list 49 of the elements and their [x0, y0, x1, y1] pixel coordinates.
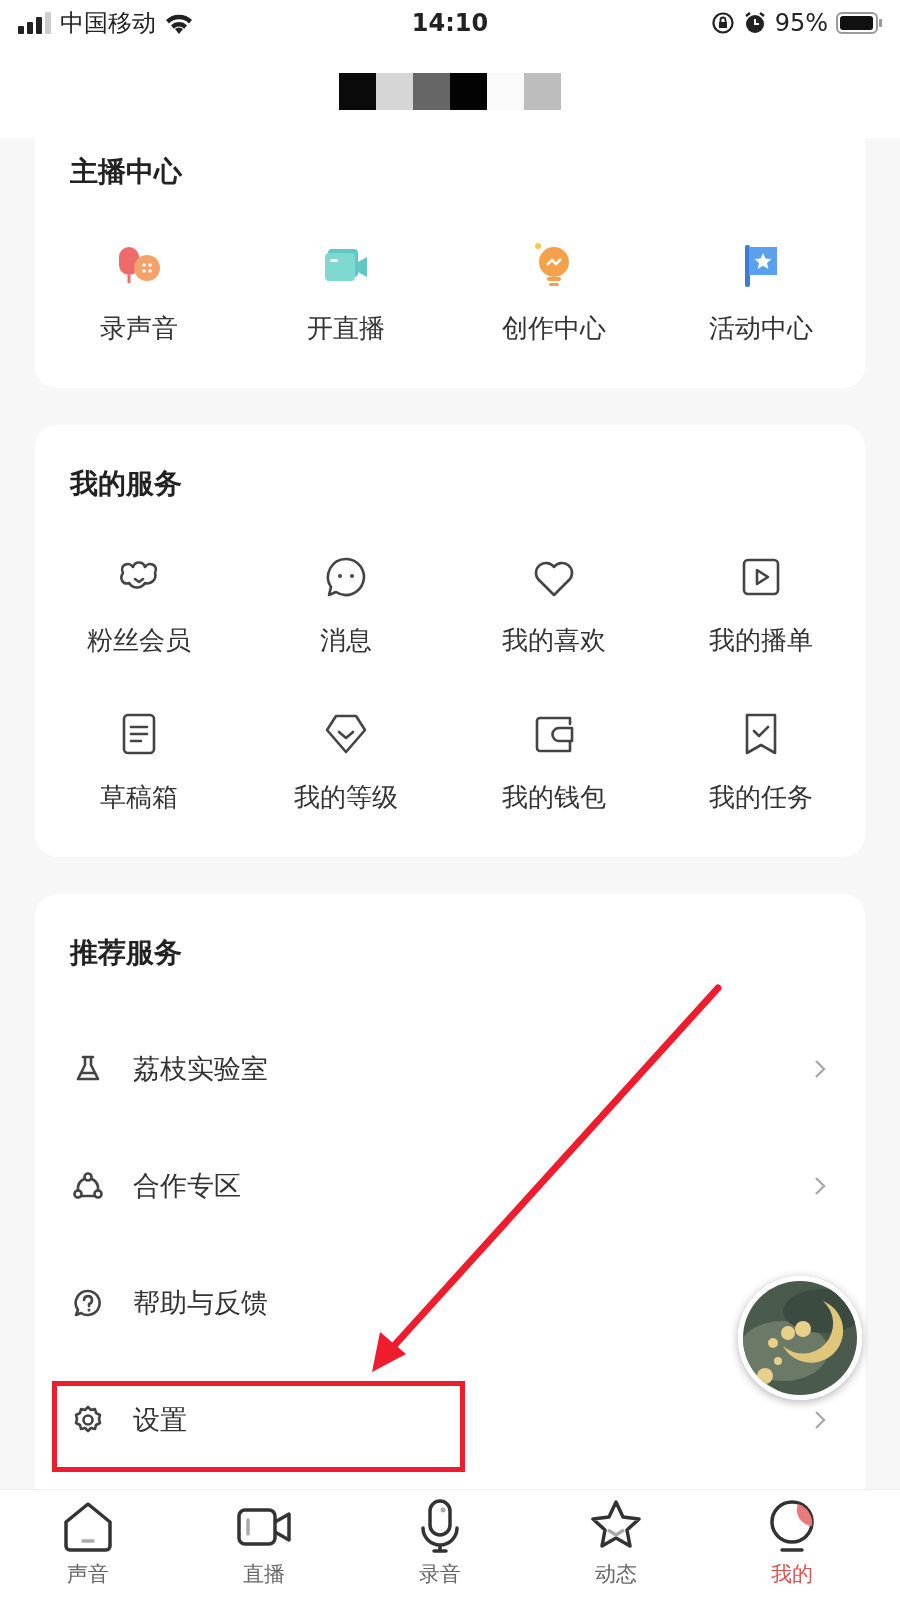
menu-item[interactable]: 创作中心 [450, 241, 658, 343]
list-row[interactable]: 帮助与反馈 [35, 1244, 865, 1361]
menu-label: 活动中心 [709, 313, 814, 343]
menu-label: 开直播 [307, 313, 386, 343]
menu-item[interactable]: 我的喜欢 [450, 553, 658, 655]
menu-item[interactable]: 我的播单 [657, 553, 865, 655]
menu-label: 我的等级 [294, 782, 399, 812]
row-label: 设置 [133, 1402, 188, 1437]
nav-tab[interactable]: 录音 [352, 1490, 528, 1600]
menu-item[interactable]: 粉丝会员 [35, 553, 243, 655]
clock-time: 14:10 [410, 8, 490, 37]
nav-tab[interactable]: 声音 [0, 1490, 176, 1600]
nav-tab[interactable]: 我的 [704, 1490, 880, 1600]
menu-item[interactable]: 活动中心 [657, 241, 865, 343]
section-title: 推荐服务 [70, 938, 183, 968]
section-title: 主播中心 [70, 157, 183, 187]
menu-label: 粉丝会员 [86, 625, 191, 655]
row-label: 合作专区 [133, 1168, 242, 1203]
row-label: 帮助与反馈 [133, 1285, 269, 1320]
rotation-lock-icon [710, 10, 735, 35]
nav-tab[interactable]: 动态 [528, 1490, 704, 1600]
list-row[interactable]: 合作专区 [35, 1127, 865, 1244]
battery-percent: 95% [774, 8, 828, 37]
menu-label: 我的任务 [709, 782, 814, 812]
list-row[interactable]: 设置 [35, 1361, 865, 1478]
help-bubble-icon [73, 1287, 103, 1318]
menu-label: 创作中心 [501, 313, 606, 343]
menu-item[interactable]: 开直播 [242, 241, 450, 343]
menu-label: 我的播单 [709, 625, 814, 655]
menu-item[interactable]: 草稿箱 [35, 710, 243, 812]
menu-item[interactable]: 我的等级 [242, 710, 450, 812]
menu-item[interactable]: 消息 [242, 553, 450, 655]
settings-icon [73, 1404, 103, 1435]
menu-label: 我的喜欢 [501, 625, 606, 655]
menu-label: 消息 [320, 625, 373, 655]
row-label: 荔枝实验室 [133, 1051, 269, 1086]
connected-circles-icon [73, 1170, 103, 1201]
menu-item[interactable]: 录声音 [35, 241, 243, 343]
section-title: 我的服务 [70, 469, 183, 499]
signal-icon [18, 11, 52, 34]
menu-label: 我的钱包 [501, 782, 606, 812]
menu-label: 录声音 [99, 313, 178, 343]
nav-tab[interactable]: 直播 [176, 1490, 352, 1600]
carrier-name: 中国移动 [60, 7, 156, 39]
list-row[interactable]: 荔枝实验室 [35, 1010, 865, 1127]
menu-item[interactable]: 我的任务 [657, 710, 865, 812]
menu-item[interactable]: 我的钱包 [450, 710, 658, 812]
battery-icon [836, 11, 882, 34]
menu-label: 草稿箱 [99, 782, 178, 812]
